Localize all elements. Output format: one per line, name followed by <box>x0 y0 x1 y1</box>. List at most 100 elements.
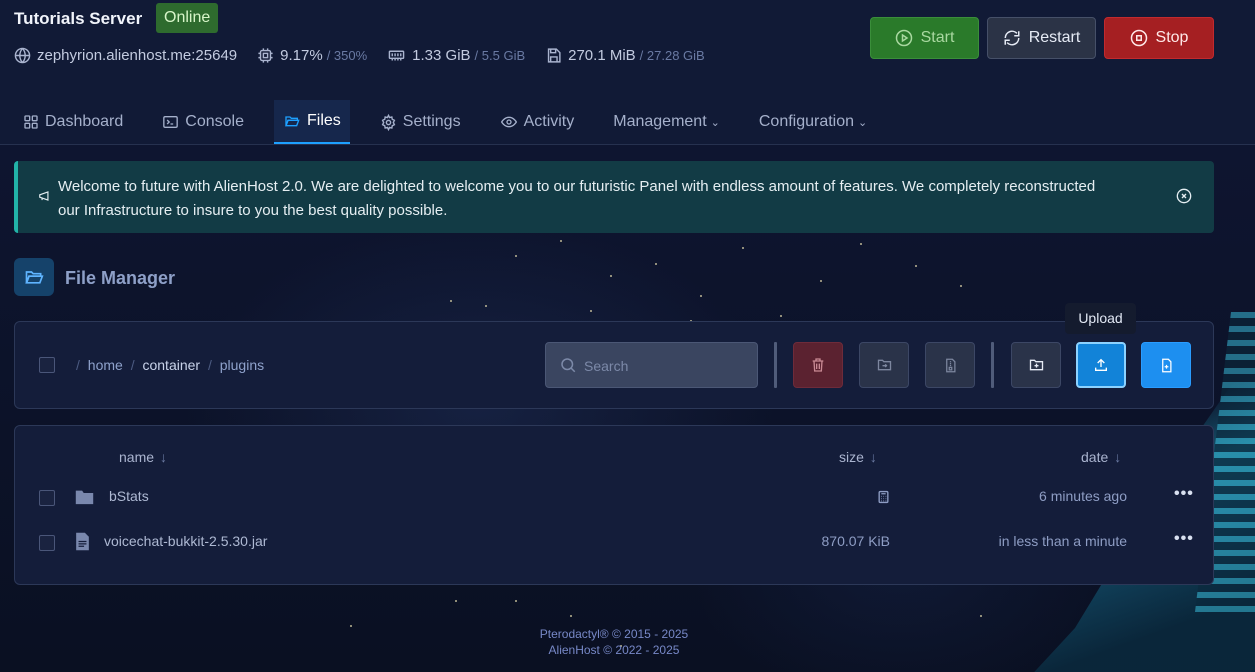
upload-button[interactable] <box>1076 342 1126 388</box>
file-toolbar: / home / container / plugins <box>14 321 1214 409</box>
column-header-size[interactable]: size ↓ <box>839 449 877 465</box>
play-circle-icon <box>895 29 912 47</box>
tab-configuration[interactable]: Configuration ⌄ <box>750 100 876 144</box>
server-name: Tutorials Server <box>14 9 143 28</box>
column-header-date[interactable]: date ↓ <box>1081 449 1121 465</box>
tab-console[interactable]: Console <box>153 100 253 144</box>
folder-icon <box>75 490 94 505</box>
column-label: date <box>1081 449 1109 465</box>
memory-limit: / 5.5 GiB <box>474 48 526 63</box>
tab-label: Files <box>306 112 341 129</box>
megaphone-icon <box>39 191 49 201</box>
search-input[interactable] <box>584 355 749 377</box>
tab-management[interactable]: Management ⌄ <box>604 100 729 144</box>
server-address: zephyrion.alienhost.me:25649 <box>37 47 238 64</box>
memory-value: 1.33 GiB <box>412 47 471 64</box>
gear-icon <box>381 113 396 131</box>
more-options-icon[interactable]: ••• <box>1174 530 1194 548</box>
server-header: Tutorials Server Online zephyrion.alienh… <box>0 0 1255 145</box>
search-icon <box>561 358 576 373</box>
file-zip-icon <box>945 358 955 372</box>
stop-label: Stop <box>1155 29 1189 46</box>
refresh-icon <box>1004 30 1020 46</box>
footer-line-1: Pterodactyl® © 2015 - 2025 <box>539 627 689 641</box>
breadcrumb-container[interactable]: container <box>142 357 200 373</box>
stop-circle-icon <box>1130 29 1147 47</box>
delete-button[interactable] <box>793 342 843 388</box>
toolbar-divider <box>774 342 777 388</box>
tab-files[interactable]: Files <box>273 100 350 144</box>
trash-icon <box>812 358 824 372</box>
start-button[interactable]: Start <box>870 17 979 59</box>
cpu-icon <box>258 48 273 63</box>
file-size: 870.07 KiB <box>821 533 891 549</box>
calculator-icon[interactable] <box>877 490 890 504</box>
globe-icon <box>14 47 31 64</box>
disk-value: 270.1 MiB <box>568 47 636 64</box>
move-button[interactable] <box>859 342 909 388</box>
new-folder-button[interactable] <box>1011 342 1061 388</box>
announcement-text: Welcome to future with AlienHost 2.0. We… <box>58 178 1096 219</box>
cpu-limit: / 350% <box>326 48 368 63</box>
server-stats: zephyrion.alienhost.me:25649 9.17% / 350… <box>14 47 725 64</box>
file-date: 6 minutes ago <box>1039 488 1127 504</box>
tab-activity[interactable]: Activity <box>491 100 584 144</box>
nav-tabs: Dashboard Console Files Settings Activit… <box>14 100 897 145</box>
restart-button[interactable]: Restart <box>987 17 1096 59</box>
breadcrumb-plugins[interactable]: plugins <box>220 357 264 373</box>
chevron-down-icon: ⌄ <box>858 116 868 129</box>
cpu-value: 9.17% <box>280 47 323 64</box>
stop-button[interactable]: Stop <box>1104 17 1214 59</box>
folder-open-icon <box>25 271 44 284</box>
start-label: Start <box>920 29 955 46</box>
search-box <box>545 342 758 388</box>
breadcrumb-separator: / <box>207 357 212 373</box>
folder-open-icon <box>285 116 300 127</box>
tab-label: Settings <box>402 113 461 130</box>
close-icon[interactable] <box>1176 188 1192 204</box>
column-label: name <box>119 449 155 465</box>
row-checkbox[interactable] <box>39 535 55 551</box>
file-list: name ↓ size ↓ date ↓ bStats 6 minutes ago •… <box>14 425 1214 585</box>
select-all-checkbox[interactable] <box>39 357 55 373</box>
folder-plus-icon <box>1029 359 1043 371</box>
footer-line-2: AlienHost © 2022 - 2025 <box>548 643 680 657</box>
tab-label: Configuration <box>758 113 855 130</box>
sort-arrow-icon: ↓ <box>160 449 168 465</box>
file-name[interactable]: voicechat-bukkit-2.5.30.jar <box>104 533 267 549</box>
column-label: size <box>839 449 864 465</box>
terminal-icon <box>163 116 179 128</box>
column-header-name[interactable]: name ↓ <box>119 449 167 465</box>
memory-stat: 1.33 GiB / 5.5 GiB <box>387 47 525 64</box>
file-text-icon <box>76 532 89 551</box>
more-options-icon[interactable]: ••• <box>1174 485 1194 503</box>
tab-settings[interactable]: Settings <box>371 100 470 144</box>
tab-label: Console <box>185 113 244 130</box>
address-stat: zephyrion.alienhost.me:25649 <box>14 47 237 64</box>
new-file-button[interactable] <box>1141 342 1191 388</box>
tab-label: Management <box>613 113 707 130</box>
toolbar-divider <box>991 342 994 388</box>
cpu-stat: 9.17% / 350% <box>257 47 367 64</box>
disk-stat: 270.1 MiB / 27.28 GiB <box>545 47 705 64</box>
file-name[interactable]: bStats <box>109 488 149 504</box>
grid-icon <box>24 115 38 129</box>
restart-label: Restart <box>1028 29 1081 46</box>
tab-label: Activity <box>523 113 575 130</box>
tab-label: Dashboard <box>45 113 124 130</box>
announcement-banner: Welcome to future with AlienHost 2.0. We… <box>14 161 1214 233</box>
sort-arrow-icon: ↓ <box>869 449 877 465</box>
status-badge: Online <box>156 3 219 33</box>
archive-button[interactable] <box>925 342 975 388</box>
sort-arrow-icon: ↓ <box>1114 449 1122 465</box>
tab-dashboard[interactable]: Dashboard <box>14 100 132 144</box>
file-plus-icon <box>1161 358 1171 372</box>
folder-move-icon <box>877 359 891 371</box>
upload-icon <box>1095 358 1107 371</box>
breadcrumb: / home / container / plugins <box>72 357 264 373</box>
file-date: in less than a minute <box>998 533 1127 549</box>
breadcrumb-home[interactable]: home <box>88 357 123 373</box>
row-checkbox[interactable] <box>39 490 55 506</box>
upload-tooltip: Upload <box>1065 303 1136 334</box>
eye-icon <box>500 116 517 128</box>
